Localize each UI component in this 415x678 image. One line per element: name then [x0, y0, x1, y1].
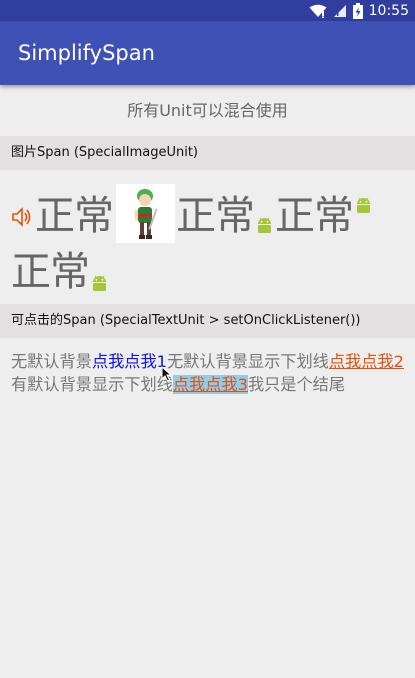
normal-text-4: 正常: [11, 249, 90, 295]
status-icons: 10:55: [309, 1, 409, 20]
clickable-span-paragraph: 无默认背景点我点我1无默认背景显示下划线点我点我2 有默认背景显示下划线点我点我3…: [11, 350, 409, 396]
plain-text-ending: 我只是个结尾: [247, 375, 346, 394]
android-robot-icon: [93, 275, 106, 291]
plain-text-underline: 无默认背景显示下划线: [167, 352, 329, 371]
normal-text-2: 正常: [176, 193, 255, 239]
clickable-span-section-header: 可点击的Span (SpecialTextUnit > setOnClickLi…: [0, 304, 415, 338]
character-avatar-image: [116, 184, 175, 243]
image-span-section-header: 图片Span (SpecialImageUnit): [0, 136, 415, 170]
status-time: 10:55: [368, 2, 409, 19]
signal-icon: [333, 4, 346, 17]
app-title: SimplifySpan: [18, 41, 155, 65]
click-link-2[interactable]: 点我点我2: [329, 352, 404, 371]
click-link-1[interactable]: 点我点我1: [92, 352, 167, 371]
status-bar: 10:55: [0, 0, 415, 21]
app-bar: SimplifySpan: [0, 21, 415, 85]
mixed-units-caption: 所有Unit可以混合使用: [127, 101, 288, 120]
image-span-content: 正常 正常 正常 正常: [11, 180, 406, 299]
speaker-icon: [12, 207, 31, 227]
normal-text-1: 正常: [35, 193, 114, 239]
click-link-3[interactable]: 点我点我3: [172, 375, 248, 394]
android-robot-icon: [357, 197, 370, 213]
plain-text-with-bg: 有默认背景显示下划线: [11, 375, 173, 394]
normal-text-3: 正常: [275, 193, 354, 239]
plain-text-no-bg: 无默认背景: [11, 352, 92, 371]
wifi-icon: [309, 4, 327, 18]
mouse-cursor-icon: [161, 366, 173, 382]
android-robot-icon: [258, 217, 271, 233]
battery-charging-icon: [352, 2, 363, 19]
